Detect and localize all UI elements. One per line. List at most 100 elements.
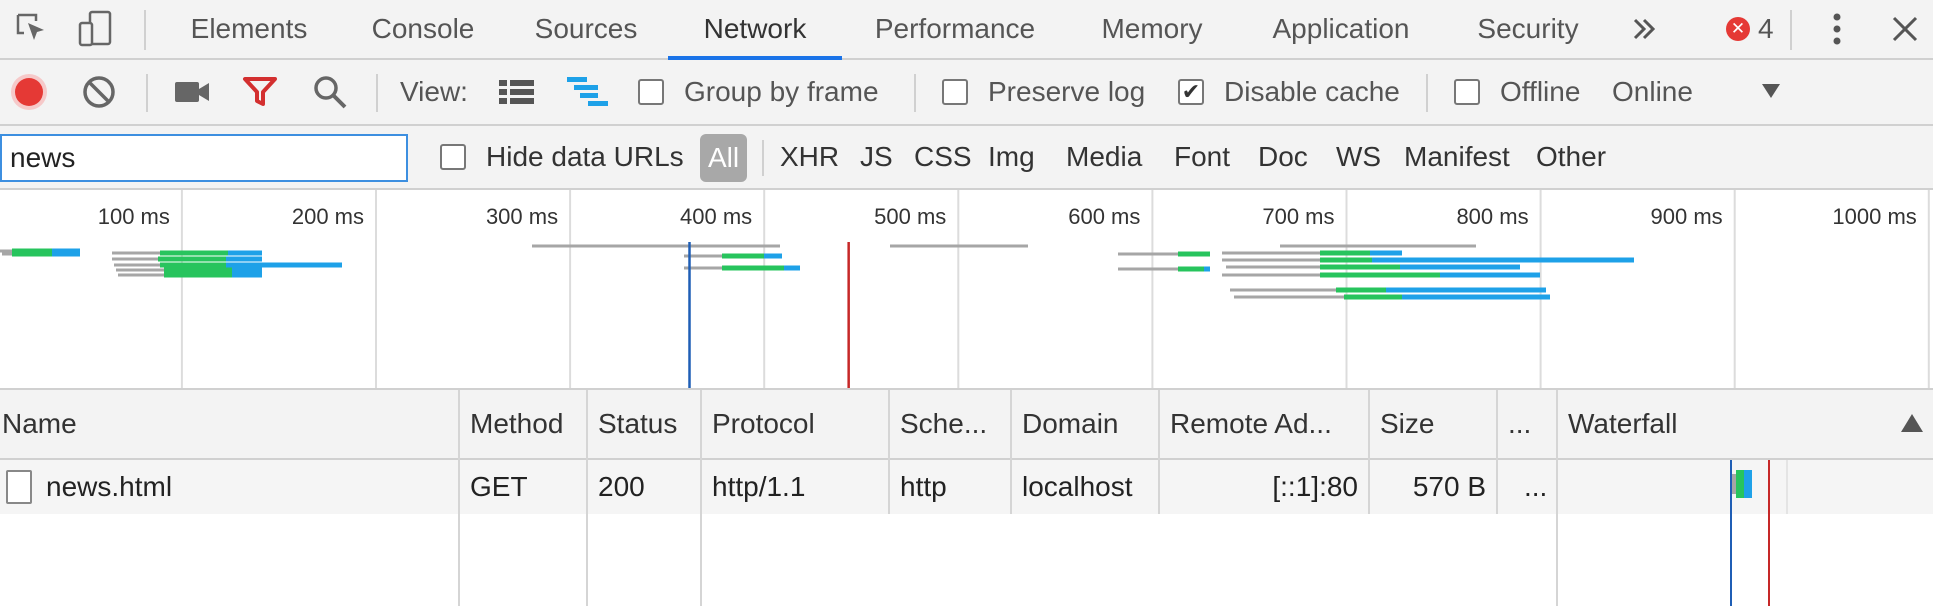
filter-type-ws[interactable]: WS xyxy=(1336,126,1381,188)
filter-type-css[interactable]: CSS xyxy=(914,126,972,188)
overview-tick-label: 400 ms xyxy=(680,204,753,229)
overview-request-bar xyxy=(2,252,12,256)
filter-type-js[interactable]: JS xyxy=(860,126,893,188)
column-divider[interactable] xyxy=(1010,390,1012,514)
overview-tick-label: 800 ms xyxy=(1456,204,1529,229)
column-divider[interactable] xyxy=(1556,390,1558,606)
overview-request-bar xyxy=(164,267,232,273)
clear-icon[interactable] xyxy=(82,60,116,124)
column-divider[interactable] xyxy=(700,390,702,606)
kebab-menu-icon[interactable] xyxy=(1820,0,1854,58)
filter-icon[interactable] xyxy=(242,60,278,124)
overview-request-bar xyxy=(1400,264,1520,270)
overview-request-bar xyxy=(890,244,1028,248)
hide-data-urls-checkbox[interactable]: Hide data URLs xyxy=(440,126,684,188)
column-header-protocol[interactable]: Protocol xyxy=(702,390,890,458)
preserve-log-checkbox[interactable]: Preserve log xyxy=(942,60,1145,124)
overview-request-bar xyxy=(1320,250,1370,256)
network-toolbar: View: Group by frame Preserve log ✔ Disa… xyxy=(0,60,1933,126)
checkbox-checked[interactable]: ✔ xyxy=(1178,79,1204,105)
request-name: news.html xyxy=(46,471,173,502)
table-row[interactable]: news.html GET 200 http/1.1 http localhos… xyxy=(0,460,1933,514)
filter-input[interactable] xyxy=(0,134,408,182)
column-divider[interactable] xyxy=(586,390,588,606)
overview-request-bar xyxy=(1402,294,1550,300)
record-icon[interactable] xyxy=(10,60,48,124)
filter-type-img[interactable]: Img xyxy=(988,126,1035,188)
request-waterfall-cell xyxy=(1558,460,1933,514)
filter-type-xhr[interactable]: XHR xyxy=(780,126,839,188)
waterfall-overview-icon[interactable] xyxy=(566,60,610,124)
column-divider[interactable] xyxy=(1496,390,1498,514)
column-header-size[interactable]: Size xyxy=(1370,390,1498,458)
error-circle-icon: ✕ xyxy=(1726,17,1750,41)
overview-request-bar xyxy=(764,253,782,259)
filter-type-all[interactable]: All xyxy=(700,134,748,182)
column-header-method[interactable]: Method xyxy=(460,390,588,458)
inspect-element-icon[interactable] xyxy=(10,0,54,58)
overview-request-bar xyxy=(1320,257,1372,263)
column-header-domain[interactable]: Domain xyxy=(1012,390,1160,458)
request-remote-address: [::1]:80 xyxy=(1272,471,1358,502)
tab-console[interactable]: Console xyxy=(352,0,494,58)
group-by-frame-checkbox[interactable]: Group by frame xyxy=(638,60,879,124)
close-icon[interactable] xyxy=(1886,0,1924,58)
disable-cache-checkbox[interactable]: ✔ Disable cache xyxy=(1178,60,1400,124)
overview-request-bar xyxy=(114,263,160,267)
checkbox[interactable] xyxy=(440,144,466,170)
network-overview[interactable]: 100 ms 200 ms 300 ms 400 ms 500 ms 600 ms 700 … xyxy=(0,190,1933,390)
tab-application[interactable]: Application xyxy=(1258,0,1424,58)
request-name-cell[interactable]: news.html xyxy=(0,460,460,514)
device-toolbar-icon[interactable] xyxy=(74,0,118,58)
overview-request-bar xyxy=(1280,244,1476,248)
column-divider[interactable] xyxy=(458,390,460,606)
checkbox[interactable] xyxy=(942,79,968,105)
column-header-scheme[interactable]: Sche... xyxy=(890,390,1012,458)
checkbox[interactable] xyxy=(1454,79,1480,105)
column-header-more[interactable]: ... xyxy=(1498,390,1558,458)
load-line xyxy=(1768,460,1770,606)
filter-type-manifest[interactable]: Manifest xyxy=(1404,126,1510,188)
table-header: Name Method Status Protocol Sche... Doma… xyxy=(0,390,1933,460)
large-rows-list-icon[interactable] xyxy=(498,60,536,124)
overview-request-bar xyxy=(226,256,262,262)
overview-request-bar xyxy=(1204,266,1210,272)
divider xyxy=(1790,10,1792,50)
disable-cache-label: Disable cache xyxy=(1224,76,1400,107)
checkbox[interactable] xyxy=(638,79,664,105)
document-icon xyxy=(6,470,32,504)
column-divider[interactable] xyxy=(1368,390,1370,514)
video-camera-icon[interactable] xyxy=(174,60,210,124)
overview-request-bar xyxy=(160,250,228,256)
filter-type-other[interactable]: Other xyxy=(1536,126,1606,188)
column-header-name[interactable]: Name xyxy=(0,390,460,458)
tab-network[interactable]: Network xyxy=(668,0,842,60)
waterfall-gridline xyxy=(1786,460,1788,514)
filter-type-font[interactable]: Font xyxy=(1174,126,1230,188)
overview-request-bar xyxy=(52,251,80,257)
overview-request-bar xyxy=(722,265,784,271)
overview-tick-label: 100 ms xyxy=(97,204,170,229)
tab-security[interactable]: Security xyxy=(1466,0,1590,58)
search-icon[interactable] xyxy=(312,60,348,124)
tab-memory[interactable]: Memory xyxy=(1088,0,1216,58)
overview-tick-label: 700 ms xyxy=(1262,204,1335,229)
tab-performance[interactable]: Performance xyxy=(862,0,1048,58)
filter-type-doc[interactable]: Doc xyxy=(1258,126,1308,188)
error-counter[interactable]: ✕ 4 xyxy=(1726,0,1774,58)
column-header-remote-address[interactable]: Remote Ad... xyxy=(1160,390,1370,458)
column-divider[interactable] xyxy=(1158,390,1160,514)
divider xyxy=(762,140,764,176)
column-header-waterfall[interactable]: Waterfall xyxy=(1558,390,1933,458)
column-divider[interactable] xyxy=(888,390,890,514)
tab-sources[interactable]: Sources xyxy=(516,0,656,58)
column-header-status[interactable]: Status xyxy=(588,390,702,458)
offline-checkbox[interactable]: Offline xyxy=(1454,60,1580,124)
double-chevron-right-icon[interactable] xyxy=(1626,0,1662,58)
throttling-select[interactable]: Online xyxy=(1612,60,1782,124)
overview-request-bar xyxy=(226,262,342,268)
overview-request-bar xyxy=(118,273,164,277)
tab-elements[interactable]: Elements xyxy=(168,0,330,58)
overview-request-bar xyxy=(1336,287,1386,293)
filter-type-media[interactable]: Media xyxy=(1066,126,1142,188)
